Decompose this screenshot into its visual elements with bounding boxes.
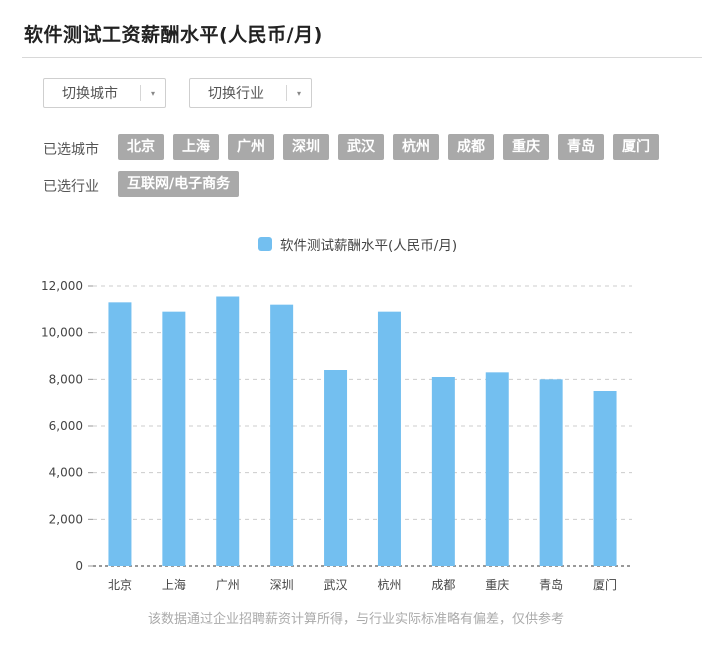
bar-成都[interactable] [431,377,455,566]
y-tick-label: 2,000 [49,512,83,526]
x-tick-label: 广州 [216,578,240,592]
y-tick-label: 4,000 [49,466,83,480]
data-disclaimer: 该数据通过企业招聘薪资计算所得，与行业实际标准略有偏差，仅供参考 [147,612,564,627]
switch-city-label: 切换城市 [62,86,118,102]
bar-深圳[interactable] [270,304,294,566]
bar-上海[interactable] [162,311,186,566]
legend-swatch [258,237,272,251]
y-tick-label: 8,000 [49,372,83,386]
x-tick-label: 重庆 [485,578,509,592]
bar-杭州[interactable] [377,311,401,566]
x-tick-label: 青岛 [539,577,563,592]
bar-厦门[interactable] [593,391,617,566]
title-divider [22,57,702,58]
selected-industry-label: 已选行业 [43,179,99,195]
city-tag[interactable]: 武汉 [338,134,384,160]
switch-industry-label: 切换行业 [208,86,264,102]
selected-cities-label: 已选城市 [43,142,99,158]
legend-label: 软件测试薪酬水平(人民币/月) [280,238,458,254]
bar-武汉[interactable] [324,370,348,566]
city-tag[interactable]: 成都 [448,134,494,160]
x-tick-label: 厦门 [593,577,617,592]
city-tag[interactable]: 重庆 [503,134,549,160]
switch-industry-dropdown[interactable]: 切换行业 ▾ [189,78,312,108]
y-tick-label: 0 [75,559,83,573]
switch-city-dropdown[interactable]: 切换城市 ▾ [43,78,166,108]
chevron-down-icon: ▾ [150,88,155,98]
city-tag[interactable]: 广州 [228,134,274,160]
city-tag[interactable]: 杭州 [393,134,439,160]
bar-广州[interactable] [216,296,240,567]
industry-tag[interactable]: 互联网/电子商务 [118,171,240,197]
city-tag[interactable]: 上海 [173,134,219,160]
x-tick-label: 上海 [162,577,186,592]
x-tick-label: 武汉 [324,578,348,592]
chart-legend[interactable]: 软件测试薪酬水平(人民币/月) [258,234,457,254]
city-tag[interactable]: 深圳 [283,134,329,160]
chevron-down-icon: ▾ [296,88,301,98]
x-tick-label: 杭州 [377,577,401,592]
y-tick-label: 6,000 [49,419,83,433]
x-tick-label: 深圳 [270,578,294,592]
page-title: 软件测试工资薪酬水平(人民币/月) [24,24,323,46]
bar-北京[interactable] [108,302,132,566]
city-tag[interactable]: 青岛 [558,134,604,160]
bar-chart: 0 2,000 4,000 6,000 8,000 10,000 12,000 北京 上海 广州 深… [41,279,632,592]
x-tick-label: 成都 [431,578,455,592]
city-tag[interactable]: 厦门 [613,134,659,160]
y-tick-label: 10,000 [41,326,83,340]
bar-青岛[interactable] [539,379,563,566]
city-tag[interactable]: 北京 [118,134,164,160]
bar-重庆[interactable] [485,372,509,566]
y-tick-label: 12,000 [41,279,83,293]
x-tick-label: 北京 [108,578,132,592]
